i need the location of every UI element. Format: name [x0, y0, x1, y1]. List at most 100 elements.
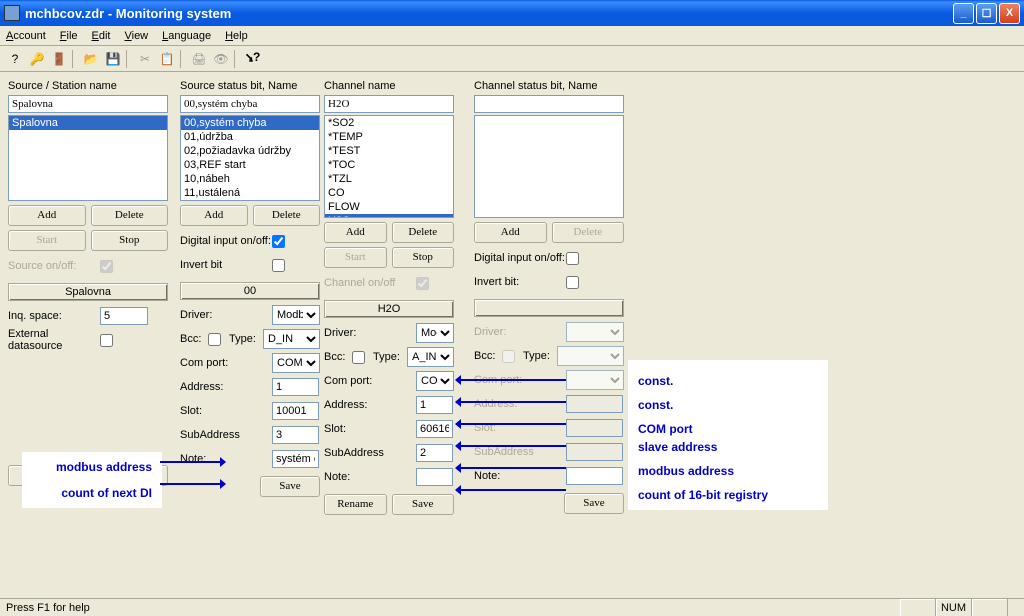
list-item[interactable]: 11,ustálená: [181, 186, 319, 200]
print-icon[interactable]: 🖨: [188, 48, 210, 70]
cut-icon[interactable]: ✂: [134, 48, 156, 70]
close-button[interactable]: X: [999, 3, 1020, 24]
status-add-button[interactable]: Add: [180, 205, 248, 226]
chstatus-sub-input[interactable]: [566, 443, 623, 461]
open-icon[interactable]: 📂: [80, 48, 102, 70]
chstatus-driver-select[interactable]: [566, 322, 624, 342]
list-item[interactable]: CO: [325, 186, 453, 200]
channel-addr-input[interactable]: [416, 396, 453, 414]
list-item[interactable]: *TZL: [325, 172, 453, 186]
list-item[interactable]: *TEST: [325, 144, 453, 158]
chstatus-note-input[interactable]: [566, 467, 623, 485]
chstatus-save-button[interactable]: Save: [564, 493, 624, 514]
save-icon[interactable]: 💾: [102, 48, 124, 70]
channel-delete-button[interactable]: Delete: [392, 222, 455, 243]
list-item[interactable]: *SO2: [325, 116, 453, 130]
context-help-icon[interactable]: ⭸?: [242, 48, 264, 70]
channel-note-input[interactable]: [416, 468, 453, 486]
menu-view[interactable]: View: [124, 30, 148, 42]
menu-account[interactable]: Account: [6, 30, 46, 42]
source-add-button[interactable]: Add: [8, 205, 86, 226]
status-note-input[interactable]: [272, 450, 319, 468]
source-input[interactable]: [8, 95, 168, 113]
preview-icon[interactable]: 👁: [210, 48, 232, 70]
chstatus-bcc-checkbox[interactable]: [502, 350, 515, 363]
channel-type-select[interactable]: A_IN: [407, 347, 454, 367]
channel-bcc-checkbox[interactable]: [352, 351, 365, 364]
status-input[interactable]: [180, 95, 320, 113]
key-icon[interactable]: 🔑: [26, 48, 48, 70]
channel-save-button[interactable]: Save: [392, 494, 455, 515]
list-item[interactable]: 03,REF start: [181, 158, 319, 172]
chstatus-slot-input[interactable]: [566, 419, 623, 437]
channel-note-label: Note:: [324, 471, 416, 483]
channel-add-button[interactable]: Add: [324, 222, 387, 243]
status-listbox[interactable]: 00,systém chyba 01,údržba 02,požiadavka …: [180, 115, 320, 201]
channel-slot-input[interactable]: [416, 420, 453, 438]
list-item[interactable]: 01,údržba: [181, 130, 319, 144]
source-delete-button[interactable]: Delete: [91, 205, 169, 226]
channel-com-select[interactable]: COM3: [416, 371, 454, 391]
door-icon[interactable]: 🚪: [48, 48, 70, 70]
list-item[interactable]: *TEMP: [325, 130, 453, 144]
channel-driver-select[interactable]: ModbusA0: [416, 323, 454, 343]
chstatus-addr-input[interactable]: [566, 395, 623, 413]
channel-start-button[interactable]: Start: [324, 247, 387, 268]
chstatus-input[interactable]: [474, 95, 624, 113]
chstatus-delete-button[interactable]: Delete: [552, 222, 625, 243]
status-inv-checkbox[interactable]: [272, 259, 285, 272]
source-onoff-checkbox[interactable]: [100, 260, 113, 273]
channel-input[interactable]: [324, 95, 454, 113]
channel-onoff-checkbox[interactable]: [416, 277, 429, 290]
list-item[interactable]: Spalovna: [9, 116, 167, 130]
list-item[interactable]: H2O: [325, 214, 453, 218]
menu-language[interactable]: Language: [162, 30, 211, 42]
menu-edit[interactable]: Edit: [92, 30, 111, 42]
status-sub-input[interactable]: [272, 426, 319, 444]
maximize-button[interactable]: ☐: [976, 3, 997, 24]
copy-icon[interactable]: 📋: [156, 48, 178, 70]
status-driver-select[interactable]: ModbusA0: [272, 305, 320, 325]
chstatus-add-button[interactable]: Add: [474, 222, 547, 243]
source-start-button[interactable]: Start: [8, 230, 86, 251]
chstatus-listbox[interactable]: [474, 115, 624, 218]
minimize-button[interactable]: _: [953, 3, 974, 24]
arrow-icon: [456, 489, 566, 491]
chstatus-inv-checkbox[interactable]: [566, 276, 579, 289]
chstatus-com-select[interactable]: [566, 370, 624, 390]
channel-rename-button[interactable]: Rename: [324, 494, 387, 515]
inq-input[interactable]: [100, 307, 148, 325]
status-bcc-checkbox[interactable]: [208, 333, 221, 346]
status-slot-input[interactable]: [272, 402, 319, 420]
status-dig-checkbox[interactable]: [272, 235, 285, 248]
status-com-select[interactable]: COM3: [272, 353, 320, 373]
chstatus-type-select[interactable]: [557, 346, 624, 366]
list-item[interactable]: 02,požiadavka údržby: [181, 144, 319, 158]
help-icon[interactable]: ?: [4, 48, 26, 70]
source-stop-button[interactable]: Stop: [91, 230, 169, 251]
arrow-icon: [456, 379, 566, 381]
status-type-select[interactable]: D_IN: [263, 329, 320, 349]
menu-file[interactable]: File: [60, 30, 78, 42]
ext-checkbox[interactable]: [100, 334, 113, 347]
channel-stop-button[interactable]: Stop: [392, 247, 455, 268]
source-listbox[interactable]: Spalovna: [8, 115, 168, 201]
status-driver-label: Driver:: [180, 309, 272, 321]
chstatus-dig-checkbox[interactable]: [566, 252, 579, 265]
channel-sub-input[interactable]: [416, 444, 453, 462]
list-item[interactable]: FLOW: [325, 200, 453, 214]
menu-help[interactable]: Help: [225, 30, 248, 42]
status-save-button[interactable]: Save: [260, 476, 320, 497]
chstatus-addr-label: Address:: [474, 398, 566, 410]
list-item[interactable]: 00,systém chyba: [181, 116, 319, 130]
arrow-icon: [160, 483, 225, 485]
annot-count-di: count of next DI: [32, 486, 152, 500]
status-type-label: Type:: [229, 333, 263, 345]
status-addr-input[interactable]: [272, 378, 319, 396]
list-item[interactable]: 10,nábeh: [181, 172, 319, 186]
list-item[interactable]: *TOC: [325, 158, 453, 172]
status-delete-button[interactable]: Delete: [253, 205, 321, 226]
annot-const1: const.: [638, 374, 818, 388]
channel-listbox[interactable]: *SO2 *TEMP *TEST *TOC *TZL CO FLOW H2O H…: [324, 115, 454, 218]
list-item[interactable]: 12,odstavovanie: [181, 200, 319, 201]
